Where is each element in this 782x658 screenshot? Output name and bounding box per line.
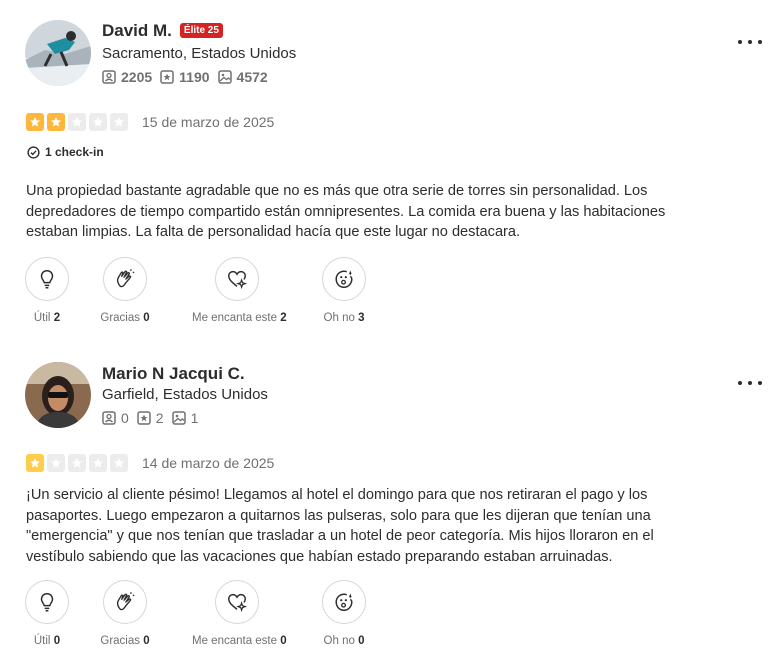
useful-reaction[interactable]: Útil 2 [2,257,92,324]
heart-sparkle-icon [228,593,248,613]
star-square-icon [137,411,151,425]
star-icon [89,454,107,472]
star-icon [26,454,44,472]
thanks-button[interactable] [103,580,147,624]
useful-label: Útil 2 [33,312,61,324]
author-name[interactable]: David M. Élite 25 [102,21,223,41]
love-label: Me encanta este 2 [192,312,287,324]
shocked-face-icon [335,270,353,288]
love-button[interactable] [215,257,259,301]
love-button[interactable] [215,580,259,624]
lightbulb-icon [40,270,54,289]
photos-stat: 1 [171,410,198,426]
star-icon [89,113,107,131]
check-circle-icon [27,145,40,159]
author-stats: 0 2 1 [102,410,206,426]
more-options-icon [738,40,742,44]
reviews-stat: 2 [137,410,164,426]
clapping-hands-icon [116,592,135,611]
reaction-bar: Útil 2 Gracias 0 Me encanta este 2 Oh no… [0,257,782,327]
review-text: Una propiedad bastante agradable que no … [26,183,666,240]
ohno-button[interactable] [322,257,366,301]
photo-icon [171,411,186,425]
star-icon [47,454,65,472]
star-rating [26,113,131,131]
love-reaction[interactable]: Me encanta este 2 [192,257,287,324]
star-square-icon [160,70,174,84]
useful-label: Útil 0 [33,635,61,647]
author-location: Garfield, Estados Unidos [102,386,268,403]
more-options-icon [738,381,742,385]
star-icon [110,113,128,131]
thanks-button[interactable] [103,257,147,301]
reviews-stat: 1190 [160,69,210,85]
friends-icon [102,70,116,84]
author-stats: 2205 1190 4572 [102,69,276,85]
elite-badge: Élite 25 [179,23,223,38]
more-options-button[interactable] [738,375,762,391]
avatar[interactable] [25,362,91,428]
more-options-button[interactable] [738,34,762,50]
useful-reaction[interactable]: Útil 0 [2,580,92,647]
reaction-bar: Útil 0 Gracias 0 Me encanta este 0 Oh no… [0,580,782,650]
love-reaction[interactable]: Me encanta este 0 [192,580,287,647]
photos-stat: 4572 [217,69,268,85]
star-icon [68,454,86,472]
heart-sparkle-icon [228,270,248,290]
star-icon [110,454,128,472]
author-location: Sacramento, Estados Unidos [102,45,297,62]
love-label: Me encanta este 0 [192,635,287,647]
thanks-label: Gracias 0 [100,312,150,324]
shocked-face-icon [335,593,353,611]
review-text: ¡Un servicio al cliente pésimo! Llegamos… [26,487,654,565]
thanks-label: Gracias 0 [100,635,150,647]
star-icon [47,113,65,131]
ohno-button[interactable] [322,580,366,624]
review-date: 14 de marzo de 2025 [142,455,275,471]
thanks-reaction[interactable]: Gracias 0 [80,257,170,324]
star-icon [68,113,86,131]
friends-stat: 2205 [102,69,152,85]
star-icon [26,113,44,131]
friends-stat: 0 [102,410,129,426]
friends-icon [102,411,116,425]
useful-button[interactable] [25,257,69,301]
clapping-hands-icon [116,269,135,288]
useful-button[interactable] [25,580,69,624]
ohno-label: Oh no 3 [323,312,365,324]
thanks-reaction[interactable]: Gracias 0 [80,580,170,647]
photo-icon [217,70,232,84]
lightbulb-icon [40,593,54,612]
review-date: 15 de marzo de 2025 [142,114,275,130]
avatar[interactable] [25,20,91,86]
ohno-reaction[interactable]: Oh no 0 [299,580,389,647]
ohno-label: Oh no 0 [323,635,365,647]
ohno-reaction[interactable]: Oh no 3 [299,257,389,324]
star-rating [26,454,131,472]
author-name[interactable]: Mario N Jacqui C. [102,364,245,384]
checkin-info: 1 check-in [27,145,104,159]
